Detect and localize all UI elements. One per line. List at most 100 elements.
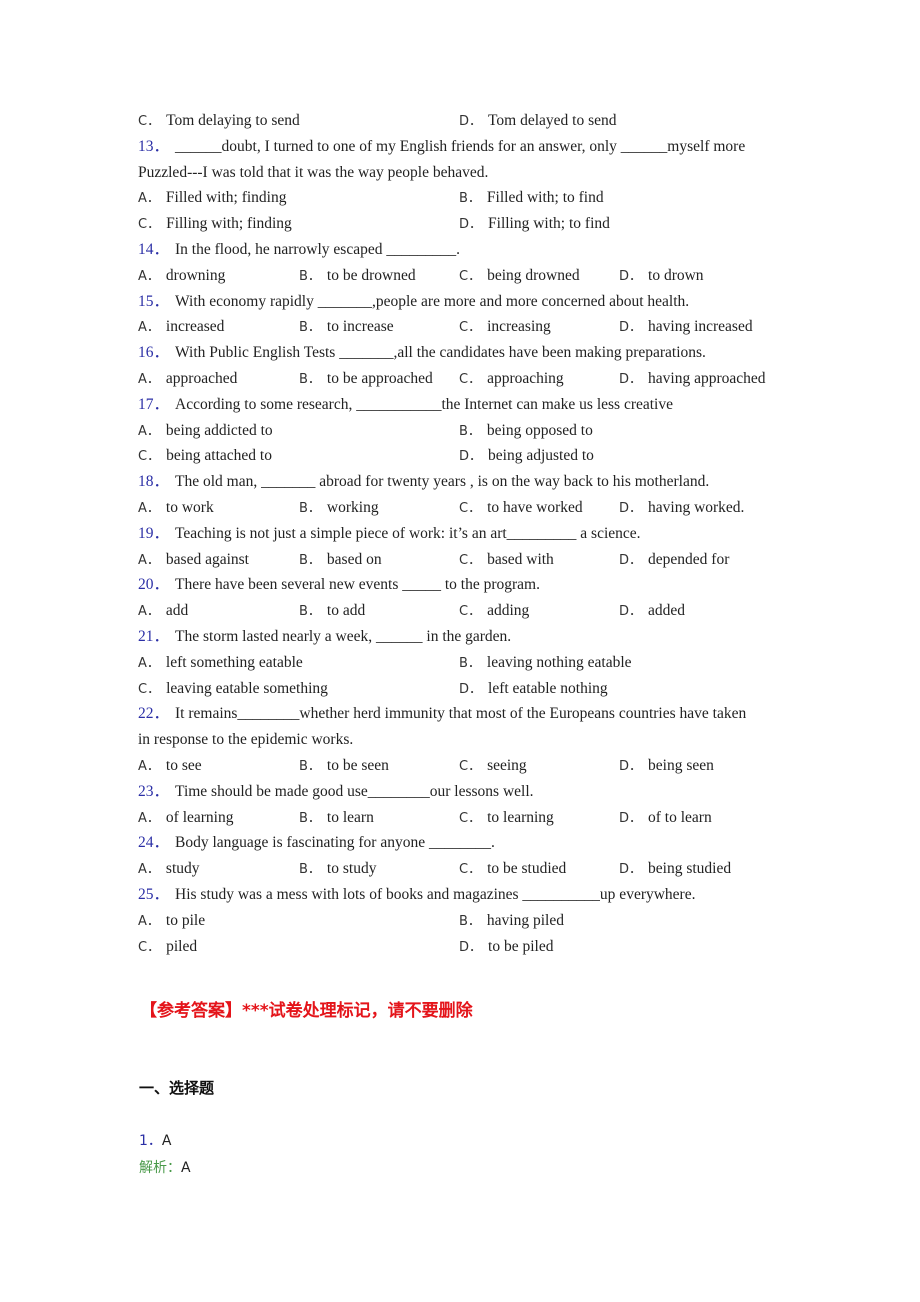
option-d: D． being studied xyxy=(619,856,731,883)
text: to drown xyxy=(648,266,704,284)
text: study xyxy=(165,860,200,878)
option-letter: C． xyxy=(459,268,482,284)
question-number: 21． xyxy=(138,627,170,645)
option-letter: C． xyxy=(138,114,161,129)
text: Filled with; to find xyxy=(486,189,604,207)
question-number: 14． xyxy=(138,240,170,258)
options-row: A． approached B． to be approached C． approa… xyxy=(138,366,788,392)
text: to pile xyxy=(165,911,206,929)
question-number: 22． xyxy=(138,705,170,723)
option-d: D． to be piled xyxy=(459,934,553,961)
question-number: 17． xyxy=(138,395,170,413)
text: increased xyxy=(165,318,225,336)
question-stem: 21． The storm lasted nearly a week, _____… xyxy=(138,624,788,650)
option-b: B． being opposed to xyxy=(459,418,593,445)
option-b: B． to be seen xyxy=(299,753,389,780)
option-letter: D． xyxy=(619,552,643,568)
option-letter: D． xyxy=(619,810,643,826)
question-stem: 14． In the flood, he narrowly escaped ___… xyxy=(138,237,788,263)
option-letter: C． xyxy=(138,217,161,233)
option-b: B． having piled xyxy=(459,908,564,935)
option-letter: B． xyxy=(459,191,481,207)
text: It remains________whether herd immunity … xyxy=(175,705,747,723)
question-number: 18． xyxy=(138,473,170,491)
option-c: C． to have worked xyxy=(459,495,583,522)
option-letter: A． xyxy=(138,500,160,516)
option-a: A． to pile xyxy=(138,908,205,935)
option-letter: A． xyxy=(138,423,160,439)
option-letter: B． xyxy=(459,913,481,929)
options-row: A． drowning B． to be drowned C． being drown… xyxy=(138,263,788,289)
text: left something eatable xyxy=(165,653,303,671)
option-letter: B． xyxy=(299,371,321,387)
options-row: C． Filling with; finding D． Filling with; … xyxy=(138,211,788,237)
question-number: 15． xyxy=(138,292,170,310)
options-row: A． study B． to study C． to be studied D． bei… xyxy=(138,856,788,882)
text: having worked. xyxy=(648,498,745,516)
option-letter: C． xyxy=(459,500,482,516)
answer-number: 1． xyxy=(139,1133,162,1149)
option-c: C． to learning xyxy=(459,805,554,832)
text: Filling with; finding xyxy=(166,215,292,233)
option-letter: C． xyxy=(459,320,482,336)
text: being seen xyxy=(648,756,714,774)
option-a: A． being addicted to xyxy=(138,418,273,445)
text: having approached xyxy=(648,369,766,387)
option-letter: A． xyxy=(138,913,160,929)
options-row: C． Tom delaying to send D． Tom delayed to … xyxy=(138,108,788,134)
question-stem: 22． It remains________whether herd immuni… xyxy=(138,701,788,727)
option-letter: D． xyxy=(619,320,643,336)
text: to be drowned xyxy=(326,266,416,284)
question-number: 25． xyxy=(138,885,170,903)
option-b: B． Filled with; to find xyxy=(459,185,604,212)
option-a: A． Filled with; finding xyxy=(138,185,286,212)
options-row: A． add B． to add C． adding D． added xyxy=(138,598,788,624)
question-stem: 23． Time should be made good use________o… xyxy=(138,779,788,805)
text: to learning xyxy=(487,808,554,826)
question-number: 24． xyxy=(138,834,170,852)
option-d: D． having worked. xyxy=(619,495,744,522)
option-d: D． being adjusted to xyxy=(459,443,594,470)
option-d: D． added xyxy=(619,598,685,625)
analysis-item: 解析：A xyxy=(139,1157,191,1177)
question-number: 20． xyxy=(138,576,170,594)
option-letter: D． xyxy=(619,500,643,516)
option-c: C． piled xyxy=(138,934,197,961)
question-stem: 24． Body language is fascinating for anyo… xyxy=(138,830,788,856)
answer-item: 1．A xyxy=(139,1130,172,1150)
option-letter: D． xyxy=(459,939,483,955)
option-letter: C． xyxy=(459,552,482,568)
option-d: D． having approached xyxy=(619,366,766,393)
text: to be studied xyxy=(487,860,567,878)
option-letter: C． xyxy=(459,862,482,878)
text: to increase xyxy=(326,318,394,336)
text: being studied xyxy=(648,860,732,878)
option-letter: A． xyxy=(138,604,160,620)
option-letter: D． xyxy=(459,449,483,465)
option-letter: A． xyxy=(138,810,160,826)
option-d: D． Tom delayed to send xyxy=(459,108,617,135)
text: based on xyxy=(326,550,382,568)
text: of learning xyxy=(165,808,234,826)
text: increasing xyxy=(487,318,551,336)
option-letter: A． xyxy=(138,268,160,284)
text: Body language is fascinating for anyone … xyxy=(175,834,495,852)
option-letter: D． xyxy=(619,268,643,284)
option-letter: C． xyxy=(459,604,482,620)
text: piled xyxy=(166,937,198,955)
question-number: 23． xyxy=(138,782,170,800)
option-letter: C． xyxy=(138,449,161,465)
option-d: D． having increased xyxy=(619,314,753,341)
text: to be approached xyxy=(326,369,433,387)
analysis-value: A xyxy=(181,1160,191,1176)
text: being adjusted to xyxy=(488,447,594,465)
option-c: C． increasing xyxy=(459,314,551,341)
text: in response to the epidemic works. xyxy=(138,731,354,749)
option-c: C． to be studied xyxy=(459,856,566,883)
question-stem-continued: in response to the epidemic works. xyxy=(138,727,788,753)
option-letter: D． xyxy=(459,217,483,233)
option-letter: B． xyxy=(299,320,321,336)
option-a: A． to see xyxy=(138,753,202,780)
option-a: A． approached xyxy=(138,366,237,393)
option-a: A． study xyxy=(138,856,200,883)
